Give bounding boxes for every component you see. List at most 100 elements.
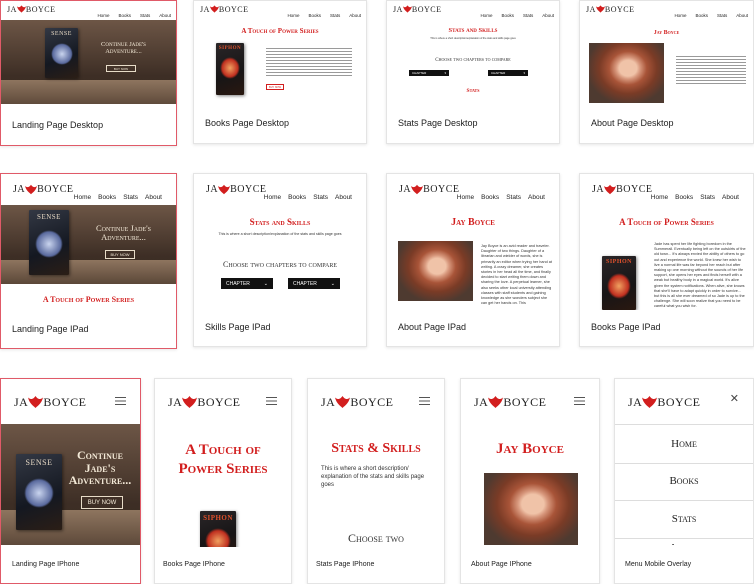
site-header: JA BOYCE Home Books Stats About <box>194 174 366 205</box>
close-icon[interactable]: ✕ <box>730 392 739 405</box>
nav-home[interactable]: Home <box>480 13 492 18</box>
chapter-select-2[interactable]: CHAPTER ⌄ <box>288 278 340 289</box>
buy-now-button[interactable]: BUY NOW <box>106 65 136 72</box>
artboard-books-page-desktop[interactable]: JA BOYCE Home Books Stats About A Touch … <box>193 0 367 144</box>
nav-about[interactable]: About <box>145 194 162 201</box>
nav-home[interactable]: Home <box>97 13 109 18</box>
nav-stats[interactable]: Stats <box>717 13 727 18</box>
logo-right-text: BOYCE <box>503 394 547 409</box>
nav-books[interactable]: Books <box>288 194 306 201</box>
logo-left-text: JA <box>393 4 403 14</box>
site-logo: JA BOYCE <box>168 394 241 410</box>
hamburger-menu-icon[interactable] <box>574 397 585 405</box>
artboard-menu-mobile-overlay[interactable]: JA BOYCE ✕ Home Books Stats About Menu M… <box>614 378 754 584</box>
nav-stats[interactable]: Stats <box>123 194 138 201</box>
series-description: Jade has spent her life fighting boredom… <box>654 242 746 309</box>
tablet-nav: Home Books Stats About <box>457 194 545 201</box>
artboard-about-page-iphone[interactable]: JA BOYCE Jay Boyce About Page IPhone <box>460 378 600 584</box>
logo-right-text: BOYCE <box>423 184 460 195</box>
phoenix-logo-icon <box>402 5 412 13</box>
menu-item-home[interactable]: Home <box>615 424 753 464</box>
nav-stats[interactable]: Stats <box>313 194 328 201</box>
author-photo <box>484 473 578 547</box>
artboard-stats-page-desktop[interactable]: JA BOYCE Home Books Stats About Stats an… <box>386 0 560 144</box>
nav-about[interactable]: About <box>159 13 171 18</box>
page-title: Stats and Skills <box>448 27 498 34</box>
artboard-skills-page-ipad[interactable]: JA BOYCE Home Books Stats About Stats an… <box>193 173 367 347</box>
nav-about[interactable]: About <box>542 13 554 18</box>
menu-item-books[interactable]: Books <box>615 462 753 501</box>
artboard-books-page-iphone[interactable]: JA BOYCE A Touch of Power Series SIPHON … <box>154 378 292 584</box>
artboard-caption: Books Page IPhone <box>155 545 291 583</box>
nav-stats[interactable]: Stats <box>506 194 521 201</box>
nav-stats[interactable]: Stats <box>140 13 150 18</box>
artboard-preview: JA BOYCE Home Books Stats About SENSE Co… <box>1 1 176 106</box>
menu-item-stats[interactable]: Stats <box>615 500 753 539</box>
desktop-nav: Home Books Stats About <box>287 13 361 18</box>
artboard-about-page-desktop[interactable]: JA BOYCE Home Books Stats About Jay Boyc… <box>579 0 754 144</box>
author-photo <box>589 43 664 103</box>
logo-left-text: JA <box>14 394 29 409</box>
nav-home[interactable]: Home <box>287 13 299 18</box>
logo-right-text: BOYCE <box>657 394 701 409</box>
chapter-select-2[interactable]: CHAPTER ▾ <box>488 70 528 76</box>
nav-about[interactable]: About <box>528 194 545 201</box>
nav-books[interactable]: Books <box>501 13 514 18</box>
nav-stats[interactable]: Stats <box>330 13 340 18</box>
artboard-books-page-ipad[interactable]: JA BOYCE Home Books Stats About A Touch … <box>579 173 754 347</box>
logo-left-text: JA <box>321 394 336 409</box>
nav-stats[interactable]: Stats <box>700 194 715 201</box>
artboard-landing-page-desktop[interactable]: JA BOYCE Home Books Stats About SENSE Co… <box>0 0 177 146</box>
artboard-stats-page-iphone[interactable]: JA BOYCE Stats & Skills This is where a … <box>307 378 445 584</box>
nav-about[interactable]: About <box>349 13 361 18</box>
artboard-preview: JA BOYCE Home Books Stats About A Touch … <box>580 174 753 310</box>
chapter-select-1[interactable]: CHAPTER ▾ <box>409 70 449 76</box>
artboard-preview: JA BOYCE SENSE Continue Jade's Adventure… <box>1 379 140 547</box>
artboard-preview: JA BOYCE Jay Boyce <box>461 379 599 547</box>
artboard-preview: JA BOYCE A Touch of Power Series SIPHON <box>155 379 291 547</box>
logo-left-text: JA <box>628 394 643 409</box>
nav-home[interactable]: Home <box>674 13 686 18</box>
nav-books[interactable]: Books <box>481 194 499 201</box>
chapter-select-1[interactable]: CHAPTER ⌄ <box>221 278 273 289</box>
phoenix-logo-icon <box>209 5 219 13</box>
logo-left-text: JA <box>474 394 489 409</box>
buy-now-button[interactable]: BUY NOW <box>266 84 284 90</box>
stats-section-title: Stats <box>466 88 480 94</box>
nav-about[interactable]: About <box>722 194 739 201</box>
nav-home[interactable]: Home <box>74 194 91 201</box>
site-header: JA BOYCE Home Books Stats About <box>387 1 559 19</box>
hamburger-menu-icon[interactable] <box>419 397 430 405</box>
nav-about[interactable]: About <box>335 194 352 201</box>
nav-about[interactable]: About <box>736 13 748 18</box>
desktop-nav: Home Books Stats About <box>674 13 748 18</box>
buy-now-button[interactable]: BUY NOW <box>105 250 135 259</box>
tablet-nav: Home Books Stats About <box>74 194 162 201</box>
compare-heading: Choose two <box>348 531 404 545</box>
book-orb <box>51 43 73 65</box>
nav-books[interactable]: Books <box>98 194 116 201</box>
hamburger-menu-icon[interactable] <box>266 397 277 405</box>
artboard-about-page-ipad[interactable]: JA BOYCE Home Books Stats About Jay Boyc… <box>386 173 560 347</box>
hamburger-menu-icon[interactable] <box>115 397 126 405</box>
site-logo: JA BOYCE <box>206 183 267 196</box>
buy-now-button[interactable]: BUY NOW <box>81 496 123 509</box>
phoenix-logo-icon <box>642 396 658 408</box>
tablet-nav: Home Books Stats About <box>651 194 739 201</box>
artboard-landing-page-iphone[interactable]: JA BOYCE SENSE Continue Jade's Adventure… <box>0 378 141 584</box>
nav-books[interactable]: Books <box>675 194 693 201</box>
nav-books[interactable]: Books <box>308 13 321 18</box>
site-header: JA BOYCE <box>1 379 140 424</box>
artboard-preview: JA BOYCE Home Books Stats About Jay Boyc… <box>580 1 753 105</box>
book-title: SENSE <box>37 213 61 221</box>
site-logo: JA BOYCE <box>586 4 635 14</box>
nav-home[interactable]: Home <box>457 194 474 201</box>
artboard-landing-page-ipad[interactable]: JA BOYCE Home Books Stats About SENSE Co… <box>0 173 177 349</box>
nav-books[interactable]: Books <box>695 13 708 18</box>
artboard-preview: JA BOYCE Stats & Skills This is where a … <box>308 379 444 547</box>
nav-books[interactable]: Books <box>118 13 131 18</box>
chevron-down-icon: ⌄ <box>263 280 268 287</box>
nav-home[interactable]: Home <box>651 194 668 201</box>
nav-stats[interactable]: Stats <box>523 13 533 18</box>
nav-home[interactable]: Home <box>264 194 281 201</box>
